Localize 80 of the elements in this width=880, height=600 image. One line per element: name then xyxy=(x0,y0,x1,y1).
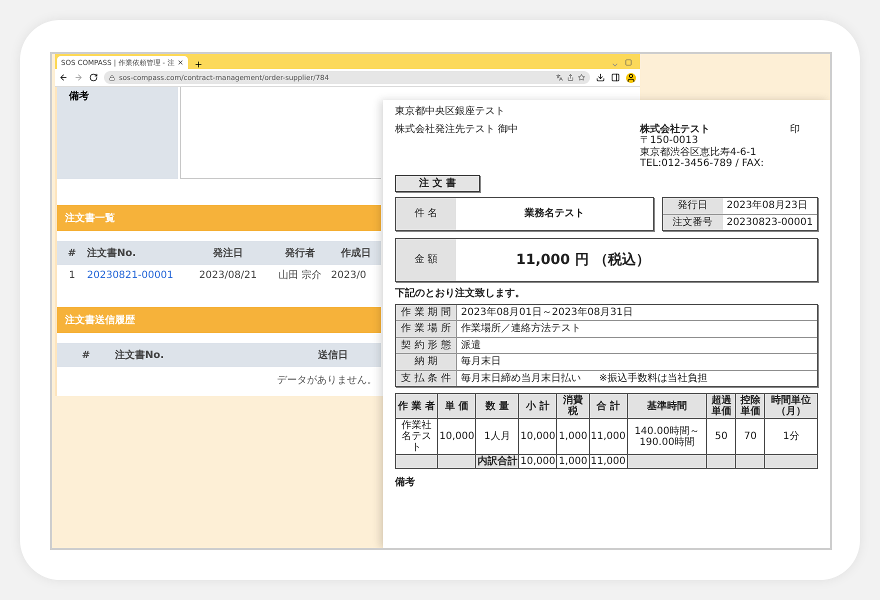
chevron-icon[interactable] xyxy=(611,61,619,69)
field-label: 注文番号 xyxy=(662,214,723,230)
field-label: 作 業 期 間 xyxy=(396,304,456,321)
table-cell: 1分 xyxy=(764,418,818,454)
company-address: TEL:012-3456-789 / FAX: xyxy=(640,158,765,170)
company-name: 株式会社テスト xyxy=(640,124,711,135)
remarks-label: 備考 xyxy=(57,87,178,179)
address-text: 東京都中央区銀座テスト xyxy=(395,106,506,118)
field-label: 契 約 形 態 xyxy=(396,338,456,354)
sidebar-icon[interactable] xyxy=(611,73,620,82)
field-value: 2023年08月01日～2023年08月31日 xyxy=(456,304,817,321)
table-cell-text: 2023/08/21 xyxy=(198,270,258,280)
seal-text: 印 xyxy=(790,124,801,136)
column-header: 控除単価 xyxy=(736,394,765,418)
table-cell-text: 1 xyxy=(68,270,76,280)
field-value: 毎月末日 xyxy=(456,354,817,370)
column-header: # xyxy=(66,248,78,258)
remarks-field[interactable] xyxy=(180,87,381,179)
column-header: 発注日 xyxy=(212,246,244,260)
table-cell: 70 xyxy=(736,418,765,454)
column-header: 送信日 xyxy=(317,348,349,362)
column-header: 合 計 xyxy=(589,394,628,418)
field-label: 納 期 xyxy=(396,354,456,370)
table-cell: 10,000 xyxy=(518,454,557,468)
profile-icon[interactable] xyxy=(626,72,636,82)
field-label: 発行日 xyxy=(662,198,723,214)
column-header: 注文書No. xyxy=(87,246,138,260)
table-cell: 10,000 xyxy=(438,418,476,454)
company-address: 東京都渋谷区恵比寿4-6-1 xyxy=(640,146,758,158)
section-header: 注文書一覧 xyxy=(57,205,381,231)
column-header: 単 価 xyxy=(438,394,476,418)
column-header: 作 業 者 xyxy=(396,394,438,418)
table-cell-text: 山田 宗介 xyxy=(277,268,323,282)
field-value: 2023年08月23日 xyxy=(722,198,817,214)
reload-icon[interactable] xyxy=(89,73,98,82)
table-cell: 50 xyxy=(706,418,736,454)
column-header: 発行者 xyxy=(284,246,316,260)
totals-label: 内訳合計 xyxy=(476,454,519,468)
new-tab-icon[interactable] xyxy=(194,60,204,69)
column-header: 時間単位（月） xyxy=(764,394,818,418)
table-cell: 作業社名テスト xyxy=(396,418,438,454)
column-header: 超過単価 xyxy=(706,394,736,418)
order-link[interactable]: 20230821-00001 xyxy=(87,270,187,280)
table-cell: 11,000 xyxy=(589,454,628,468)
column-header: 消費税 xyxy=(556,394,590,418)
column-header: # xyxy=(80,350,92,360)
table-cell: 11,000 xyxy=(589,418,628,454)
field-label: 件 名 xyxy=(396,198,456,230)
section-header: 注文書送信履歴 xyxy=(57,307,381,333)
column-header: 基準時間 xyxy=(627,394,707,418)
field-label: 支 払 条 件 xyxy=(396,370,456,386)
column-header: 数 量 xyxy=(476,394,519,418)
intro-text: 下記のとおり注文致します。 xyxy=(395,288,526,300)
field-value: 20230823-00001 xyxy=(726,216,814,230)
table-cell: 1人月 xyxy=(476,418,519,454)
forward-icon[interactable] xyxy=(74,73,83,82)
field-label: 金 額 xyxy=(396,239,456,281)
download-icon[interactable] xyxy=(596,73,605,82)
table-cell: 1,000 xyxy=(556,454,590,468)
table-cell-text: 2023/0 xyxy=(331,270,368,280)
table-cell: 1,000 xyxy=(556,418,590,454)
field-label: 作 業 場 所 xyxy=(396,321,456,338)
subject-text: 業務名テスト xyxy=(523,206,586,222)
amount-text: 11,000 円 （税込） xyxy=(515,250,651,270)
remarks-label: 備考 xyxy=(395,477,416,488)
table-cell: 10,000 xyxy=(518,418,557,454)
close-icon[interactable] xyxy=(177,59,184,66)
field-value: 作業場所／連絡方法テスト xyxy=(456,321,817,338)
table-cell: 140.00時間～190.00時間 xyxy=(627,418,707,454)
empty-message: データがありません。 xyxy=(277,375,377,386)
field-value: 派遣 xyxy=(456,338,817,354)
column-header: 作成日 xyxy=(340,246,372,260)
field-value: 毎月末日締め当月末日払い ※振込手数料は当社負担 xyxy=(456,370,817,386)
back-icon[interactable] xyxy=(59,73,68,82)
column-header: 注文書No. xyxy=(115,348,166,362)
recipient-text: 株式会社発注先テスト 御中 xyxy=(395,124,520,136)
document-title: 注 文 書 xyxy=(395,174,480,192)
company-address: 〒150-0013 xyxy=(640,135,700,146)
maximize-icon[interactable] xyxy=(625,59,632,66)
column-header: 小 計 xyxy=(518,394,557,418)
